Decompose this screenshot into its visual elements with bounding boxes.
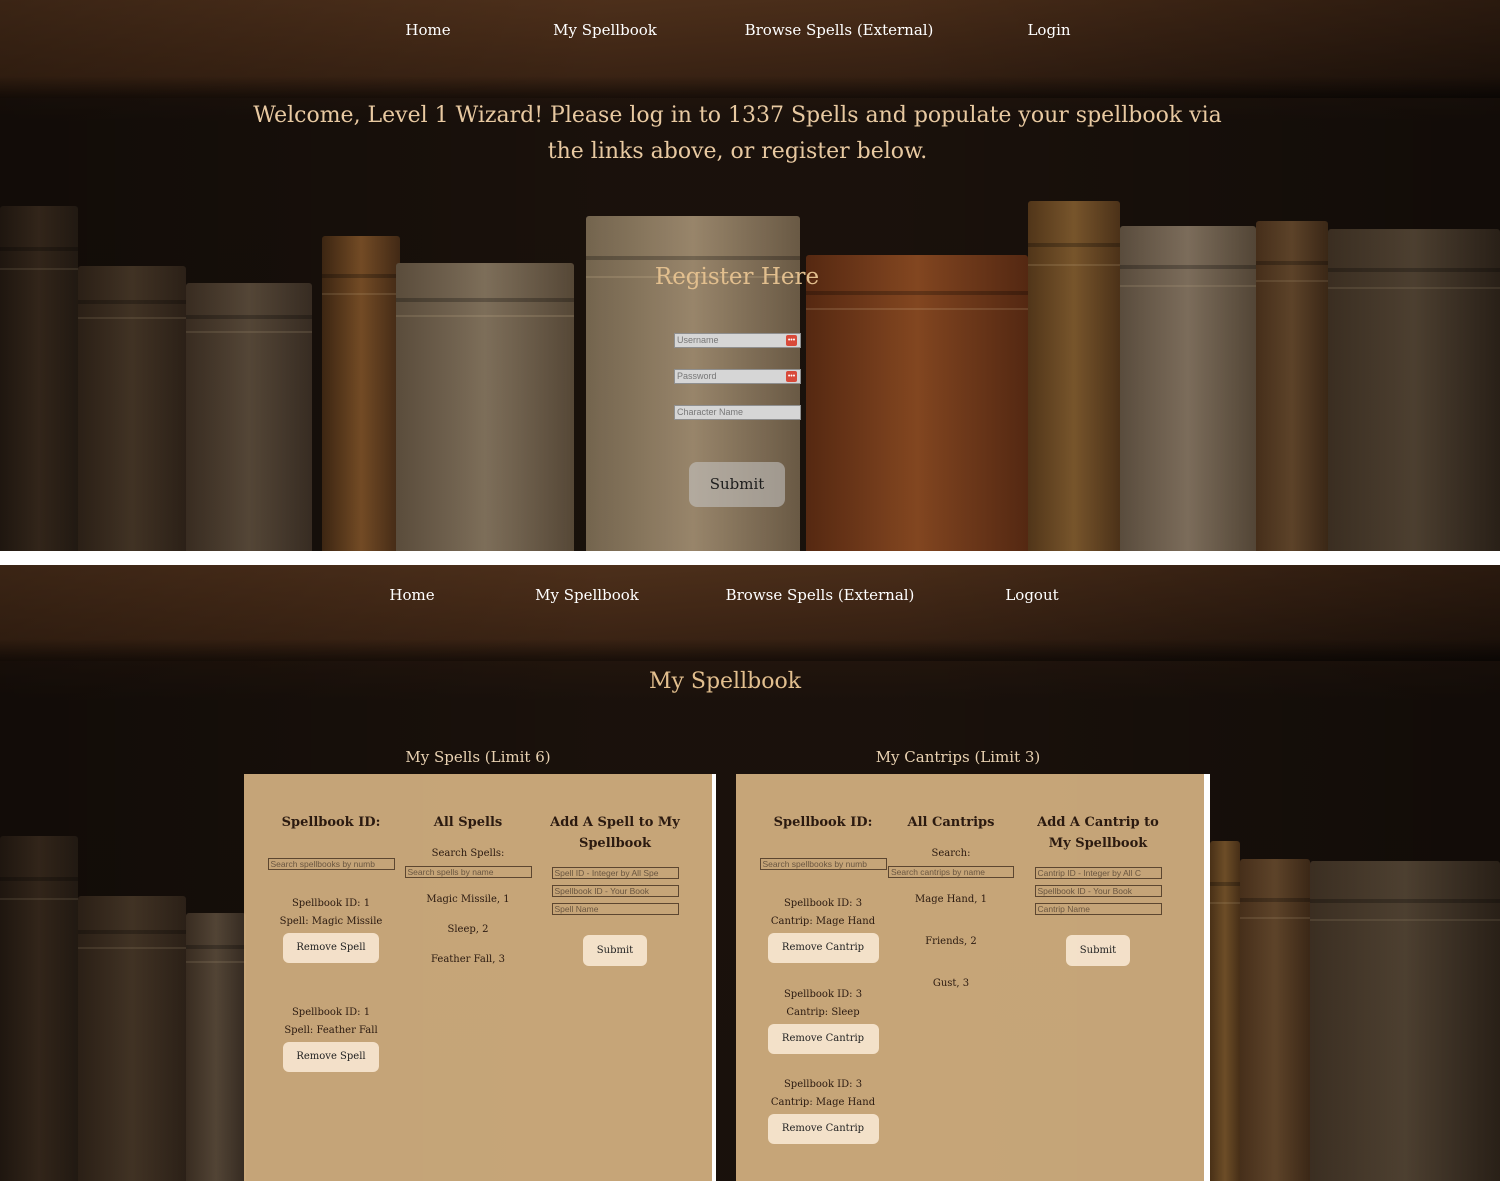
nav-my-spellbook[interactable]: My Spellbook <box>535 586 639 604</box>
all-spells-column: All Spells Search Spells: Search spells … <box>402 774 534 969</box>
remove-cantrip-button[interactable]: Remove Cantrip <box>767 1024 879 1054</box>
cantrip-entry: Spellbook ID: 3 Cantrip: Mage Hand Remov… <box>756 895 890 963</box>
remove-cantrip-button[interactable]: Remove Cantrip <box>767 933 879 963</box>
welcome-message: Welcome, Level 1 Wizard! Please log in t… <box>253 103 1222 164</box>
remove-cantrip-button[interactable]: Remove Cantrip <box>767 1114 879 1144</box>
remove-spell-button[interactable]: Remove Spell <box>283 1042 379 1072</box>
spellbook-id-input[interactable]: Spellbook ID - Your Book <box>1034 885 1162 897</box>
cantrip-id-input[interactable]: Cantrip ID - Integer by All C <box>1034 867 1162 879</box>
spellbook-search-input[interactable]: Search spellbooks by numb <box>759 858 887 870</box>
cantrip-entry-name: Cantrip: Mage Hand <box>770 1097 876 1108</box>
spell-entry-id: Spellbook ID: 1 <box>291 898 371 909</box>
spell-entry: Spellbook ID: 1 Spell: Feather Fall Remo… <box>264 1004 398 1072</box>
password-manager-icon[interactable]: ••• <box>786 335 797 346</box>
register-submit-button[interactable]: Submit <box>689 462 785 507</box>
all-cantrip-item: Mage Hand, 1 <box>915 894 987 905</box>
search-cantrips-label: Search: <box>931 848 971 859</box>
add-cantrip-heading: Add A Cantrip to My Spellbook <box>1037 815 1159 851</box>
spellbook-search-input[interactable]: Search spellbooks by numb <box>267 858 395 870</box>
all-spell-item: Feather Fall, 3 <box>431 954 505 965</box>
password-field[interactable]: Password ••• <box>674 369 801 384</box>
cantrip-entry-id: Spellbook ID: 3 <box>783 989 863 1000</box>
remove-spell-button[interactable]: Remove Spell <box>283 933 379 963</box>
cantrip-entry-name: Cantrip: Sleep <box>786 1007 860 1018</box>
all-cantrip-item: Friends, 2 <box>925 936 977 947</box>
character-name-field[interactable]: Character Name <box>674 405 801 420</box>
all-cantrips-heading: All Cantrips <box>907 815 995 830</box>
spell-search-input[interactable]: Search spells by name <box>404 866 532 878</box>
spell-entry: Spellbook ID: 1 Spell: Magic Missile Rem… <box>264 895 398 963</box>
cantrips-card-title: My Cantrips (Limit 3) <box>875 748 1041 766</box>
nav-browse-spells[interactable]: Browse Spells (External) <box>726 586 915 604</box>
password-manager-icon[interactable]: ••• <box>786 371 797 382</box>
spell-name-input[interactable]: Spell Name <box>551 903 679 915</box>
spell-entry-name: Spell: Magic Missile <box>279 916 383 927</box>
cantrip-entry-id: Spellbook ID: 3 <box>783 1079 863 1090</box>
nav-login[interactable]: Login <box>1027 21 1070 39</box>
spellbook-id-column: Spellbook ID: Search spellbooks by numb … <box>756 774 890 1144</box>
cantrip-entry-id: Spellbook ID: 3 <box>783 898 863 909</box>
top-nav: Home My Spellbook Browse Spells (Externa… <box>0 565 1500 625</box>
register-panel: Home My Spellbook Browse Spells (Externa… <box>0 0 1500 551</box>
all-spell-item: Magic Missile, 1 <box>426 894 510 905</box>
search-spells-label: Search Spells: <box>431 848 505 859</box>
spellbook-id-heading: Spellbook ID: <box>773 815 873 830</box>
spells-card-title: My Spells (Limit 6) <box>405 748 551 766</box>
cantrips-card: Spellbook ID: Search spellbooks by numb … <box>736 774 1204 1181</box>
all-spells-heading: All Spells <box>433 815 503 830</box>
all-cantrip-item: Gust, 3 <box>932 978 970 989</box>
cantrip-entry-name: Cantrip: Mage Hand <box>770 916 876 927</box>
character-name-placeholder: Character Name <box>677 407 744 417</box>
add-spell-column: Add A Spell to My Spellbook Spell ID - I… <box>548 774 682 966</box>
nav-logout[interactable]: Logout <box>1005 586 1058 604</box>
add-cantrip-column: Add A Cantrip to My Spellbook Cantrip ID… <box>1028 774 1168 966</box>
spell-id-input[interactable]: Spell ID - Integer by All Spe <box>551 867 679 879</box>
register-title: Register Here <box>654 264 820 290</box>
spell-entry-id: Spellbook ID: 1 <box>291 1007 371 1018</box>
cantrip-search-input[interactable]: Search cantrips by name <box>888 866 1014 878</box>
spellbook-id-column: Spellbook ID: Search spellbooks by numb … <box>264 774 398 1072</box>
spellbook-panel: Home My Spellbook Browse Spells (Externa… <box>0 565 1500 1181</box>
nav-browse-spells[interactable]: Browse Spells (External) <box>745 21 934 39</box>
spells-card: Spellbook ID: Search spellbooks by numb … <box>244 774 712 1181</box>
top-nav: Home My Spellbook Browse Spells (Externa… <box>0 0 1500 60</box>
add-spell-heading: Add A Spell to My Spellbook <box>550 815 680 851</box>
cantrip-name-input[interactable]: Cantrip Name <box>1034 903 1162 915</box>
add-spell-submit-button[interactable]: Submit <box>583 935 647 966</box>
spellbook-id-heading: Spellbook ID: <box>281 815 381 830</box>
cantrip-entry: Spellbook ID: 3 Cantrip: Mage Hand Remov… <box>756 1076 890 1144</box>
all-cantrips-column: All Cantrips Search: Search cantrips by … <box>886 774 1016 993</box>
nav-my-spellbook[interactable]: My Spellbook <box>553 21 657 39</box>
spell-entry-name: Spell: Feather Fall <box>284 1025 378 1036</box>
add-cantrip-submit-button[interactable]: Submit <box>1066 935 1130 966</box>
password-placeholder: Password <box>677 371 717 381</box>
page-title: My Spellbook <box>648 669 802 694</box>
all-spell-item: Sleep, 2 <box>447 924 489 935</box>
spellbook-id-input[interactable]: Spellbook ID - Your Book <box>551 885 679 897</box>
nav-home[interactable]: Home <box>389 586 434 604</box>
nav-home[interactable]: Home <box>405 21 450 39</box>
cantrip-entry: Spellbook ID: 3 Cantrip: Sleep Remove Ca… <box>756 986 890 1054</box>
username-placeholder: Username <box>677 335 719 345</box>
username-field[interactable]: Username ••• <box>674 333 801 348</box>
